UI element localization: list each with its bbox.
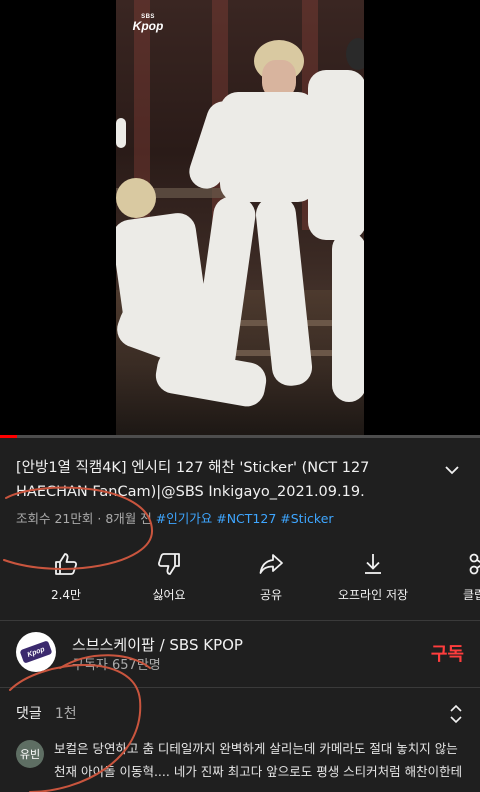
hashtag-sticker[interactable]: #Sticker — [280, 511, 333, 526]
watermark-bottom: Kpop — [132, 19, 164, 33]
like-button[interactable]: 2.4만 — [18, 546, 114, 604]
video-frame[interactable] — [116, 0, 364, 437]
subscribe-button[interactable]: 구독 — [431, 640, 464, 666]
subscriber-count: 구독자 657만명 — [72, 658, 161, 673]
download-button[interactable]: 오프라인 저장 — [325, 546, 421, 604]
hashtag-nct127[interactable]: #NCT127 — [216, 511, 276, 526]
title-row[interactable]: [안방1열 직캠4K] 엔시티 127 해찬 'Sticker' (NCT 12… — [16, 456, 464, 504]
clip-label: 클립 — [462, 588, 480, 602]
channel-name[interactable]: 스브스케이팝 / SBS KPOP — [72, 634, 243, 655]
dancer-hair — [346, 38, 364, 70]
expand-collapse-icon[interactable] — [448, 703, 464, 725]
comments-label: 댓글 — [16, 706, 42, 722]
divider — [0, 687, 480, 688]
action-bar: 2.4만 싫어요 공유 오프라인 저장 클립 — [0, 546, 480, 604]
share-button[interactable]: 공유 — [223, 546, 319, 604]
share-icon — [259, 554, 283, 574]
download-icon — [365, 554, 381, 574]
progress-bar[interactable] — [0, 435, 480, 438]
kpop-logo: Kpop — [19, 640, 53, 664]
chevron-down-icon[interactable] — [442, 460, 462, 480]
share-label: 공유 — [259, 588, 283, 602]
hashtag-inkigayo[interactable]: #인기가요 — [156, 511, 212, 526]
upload-age: 8개월 전 — [105, 511, 152, 526]
dancer-hair — [116, 178, 156, 218]
progress-fill — [0, 435, 17, 438]
sbs-kpop-watermark: SBS Kpop — [128, 13, 168, 33]
thumbs-down-icon — [157, 553, 180, 575]
clip-button[interactable]: 클립 — [426, 546, 480, 604]
dancer-torso — [308, 70, 364, 240]
download-label: 오프라인 저장 — [337, 588, 409, 602]
video-player[interactable]: SBS Kpop — [0, 0, 480, 438]
comment-avatar[interactable]: 유빈 — [16, 740, 44, 768]
channel-avatar[interactable]: Kpop — [16, 632, 56, 672]
comments-count: 1천 — [54, 706, 77, 722]
like-count: 2.4만 — [50, 588, 82, 602]
channel-row[interactable]: Kpop 스브스케이팝 / SBS KPOP 구독자 657만명 구독 — [0, 622, 480, 686]
comment-text: 보컬은 당연하고 춤 디테일까지 완벽하게 살리는데 카메라도 절대 놓치지 않… — [54, 741, 463, 779]
comments-header[interactable]: 댓글 1천 — [16, 703, 464, 725]
video-title[interactable]: [안방1열 직캠4K] 엔시티 127 해찬 'Sticker' (NCT 12… — [16, 456, 416, 504]
dislike-label: 싫어요 — [152, 588, 186, 602]
video-meta: 조회수 21만회 · 8개월 전 #인기가요 #NCT127 #Sticker — [16, 508, 334, 527]
watch-page: SBS Kpop [안방1열 직캠4K] 엔시티 127 해찬 'Sticker… — [0, 0, 480, 792]
dislike-button[interactable]: 싫어요 — [121, 546, 217, 604]
meta-separator: · — [97, 511, 102, 526]
dancer-leg — [332, 232, 364, 402]
divider — [0, 620, 480, 621]
thumbs-up-icon — [55, 553, 78, 575]
top-comment[interactable]: 유빈 보컬은 당연하고 춤 디테일까지 완벽하게 살리는데 카메라도 절대 놓치… — [16, 737, 472, 789]
dancer-arm — [116, 118, 126, 148]
view-count: 조회수 21만회 — [16, 511, 94, 526]
scissors-icon — [469, 553, 480, 575]
